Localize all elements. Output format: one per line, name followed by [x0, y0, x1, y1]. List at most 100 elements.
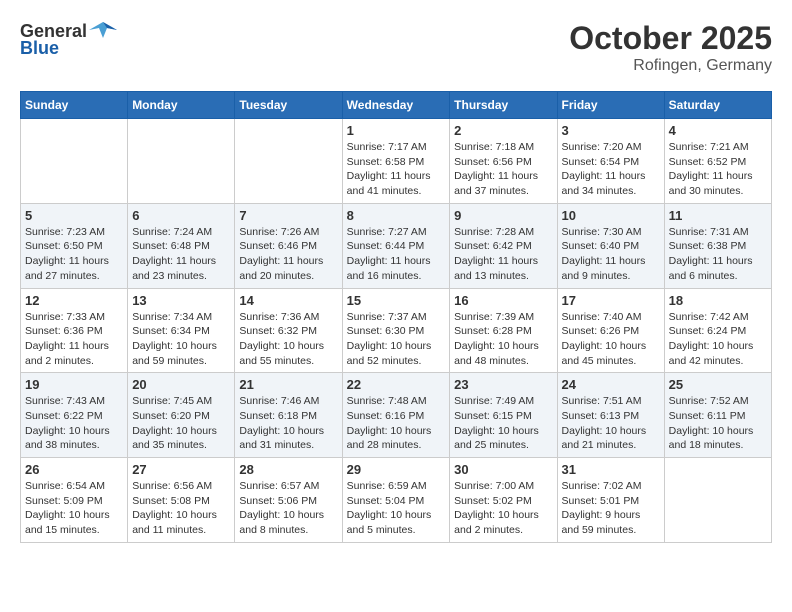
location: Rofingen, Germany	[569, 57, 772, 75]
day-number: 3	[562, 123, 660, 138]
day-info: Sunrise: 7:36 AM Sunset: 6:32 PM Dayligh…	[239, 310, 337, 369]
day-info: Sunrise: 6:54 AM Sunset: 5:09 PM Dayligh…	[25, 479, 123, 538]
day-number: 2	[454, 123, 552, 138]
col-header-friday: Friday	[557, 92, 664, 119]
calendar-header-row: SundayMondayTuesdayWednesdayThursdayFrid…	[21, 92, 772, 119]
calendar-week-row: 12Sunrise: 7:33 AM Sunset: 6:36 PM Dayli…	[21, 288, 772, 373]
calendar-day-empty	[128, 119, 235, 204]
day-number: 16	[454, 293, 552, 308]
day-number: 8	[347, 208, 446, 223]
day-info: Sunrise: 7:18 AM Sunset: 6:56 PM Dayligh…	[454, 140, 552, 199]
calendar-day-5: 5 Sunrise: 7:23 AM Sunset: 6:50 PM Daylig…	[21, 203, 128, 288]
calendar-day-27: 27Sunrise: 6:56 AM Sunset: 5:08 PM Dayli…	[128, 458, 235, 543]
calendar-day-empty	[235, 119, 342, 204]
day-info: Sunrise: 7:40 AM Sunset: 6:26 PM Dayligh…	[562, 310, 660, 369]
day-info: Sunrise: 7:28 AM Sunset: 6:42 PM Dayligh…	[454, 225, 552, 284]
logo-blue-text: Blue	[20, 38, 59, 59]
day-number: 5	[25, 208, 123, 223]
day-info: Sunrise: 7:30 AM Sunset: 6:40 PM Dayligh…	[562, 225, 660, 284]
day-number: 28	[239, 462, 337, 477]
calendar-day-26: 26 Sunrise: 6:54 AM Sunset: 5:09 PM Dayli…	[21, 458, 128, 543]
calendar-day-10: 10Sunrise: 7:30 AM Sunset: 6:40 PM Dayli…	[557, 203, 664, 288]
calendar-day-11: 11 Sunrise: 7:31 AM Sunset: 6:38 PM Dayli…	[664, 203, 771, 288]
calendar-day-12: 12Sunrise: 7:33 AM Sunset: 6:36 PM Dayli…	[21, 288, 128, 373]
day-number: 29	[347, 462, 446, 477]
day-number: 20	[132, 377, 230, 392]
day-number: 18	[669, 293, 767, 308]
calendar-day-23: 23 Sunrise: 7:49 AM Sunset: 6:15 PM Dayli…	[450, 373, 557, 458]
calendar-day-14: 14 Sunrise: 7:36 AM Sunset: 6:32 PM Dayli…	[235, 288, 342, 373]
day-info: Sunrise: 6:59 AM Sunset: 5:04 PM Dayligh…	[347, 479, 446, 538]
day-info: Sunrise: 7:45 AM Sunset: 6:20 PM Dayligh…	[132, 394, 230, 453]
day-info: Sunrise: 7:37 AM Sunset: 6:30 PM Dayligh…	[347, 310, 446, 369]
day-number: 26	[25, 462, 123, 477]
day-info: Sunrise: 7:42 AM Sunset: 6:24 PM Dayligh…	[669, 310, 767, 369]
calendar-day-18: 18 Sunrise: 7:42 AM Sunset: 6:24 PM Dayli…	[664, 288, 771, 373]
calendar-day-16: 16 Sunrise: 7:39 AM Sunset: 6:28 PM Dayli…	[450, 288, 557, 373]
day-info: Sunrise: 7:27 AM Sunset: 6:44 PM Dayligh…	[347, 225, 446, 284]
day-number: 21	[239, 377, 337, 392]
day-info: Sunrise: 7:26 AM Sunset: 6:46 PM Dayligh…	[239, 225, 337, 284]
month-title: October 2025	[569, 20, 772, 57]
calendar-day-25: 25 Sunrise: 7:52 AM Sunset: 6:11 PM Dayli…	[664, 373, 771, 458]
day-number: 31	[562, 462, 660, 477]
calendar-week-row: 1 Sunrise: 7:17 AM Sunset: 6:58 PM Daylig…	[21, 119, 772, 204]
calendar-day-2: 2 Sunrise: 7:18 AM Sunset: 6:56 PM Daylig…	[450, 119, 557, 204]
day-info: Sunrise: 7:24 AM Sunset: 6:48 PM Dayligh…	[132, 225, 230, 284]
day-number: 11	[669, 208, 767, 223]
day-number: 25	[669, 377, 767, 392]
calendar-day-8: 8 Sunrise: 7:27 AM Sunset: 6:44 PM Daylig…	[342, 203, 450, 288]
calendar-table: SundayMondayTuesdayWednesdayThursdayFrid…	[20, 91, 772, 543]
calendar-day-7: 7Sunrise: 7:26 AM Sunset: 6:46 PM Daylig…	[235, 203, 342, 288]
page-header: General Blue October 2025 Rofingen, Germ…	[20, 20, 772, 75]
col-header-tuesday: Tuesday	[235, 92, 342, 119]
day-info: Sunrise: 7:49 AM Sunset: 6:15 PM Dayligh…	[454, 394, 552, 453]
col-header-sunday: Sunday	[21, 92, 128, 119]
calendar-day-15: 15Sunrise: 7:37 AM Sunset: 6:30 PM Dayli…	[342, 288, 450, 373]
col-header-thursday: Thursday	[450, 92, 557, 119]
calendar-day-22: 22Sunrise: 7:48 AM Sunset: 6:16 PM Dayli…	[342, 373, 450, 458]
calendar-day-empty	[21, 119, 128, 204]
logo: General Blue	[20, 20, 117, 59]
day-info: Sunrise: 6:57 AM Sunset: 5:06 PM Dayligh…	[239, 479, 337, 538]
day-number: 13	[132, 293, 230, 308]
day-info: Sunrise: 7:52 AM Sunset: 6:11 PM Dayligh…	[669, 394, 767, 453]
day-info: Sunrise: 7:17 AM Sunset: 6:58 PM Dayligh…	[347, 140, 446, 199]
calendar-week-row: 5 Sunrise: 7:23 AM Sunset: 6:50 PM Daylig…	[21, 203, 772, 288]
calendar-week-row: 26 Sunrise: 6:54 AM Sunset: 5:09 PM Dayli…	[21, 458, 772, 543]
day-info: Sunrise: 7:02 AM Sunset: 5:01 PM Dayligh…	[562, 479, 660, 538]
day-number: 6	[132, 208, 230, 223]
day-info: Sunrise: 7:23 AM Sunset: 6:50 PM Dayligh…	[25, 225, 123, 284]
logo-bird-icon	[89, 20, 117, 42]
calendar-day-30: 30Sunrise: 7:00 AM Sunset: 5:02 PM Dayli…	[450, 458, 557, 543]
day-number: 23	[454, 377, 552, 392]
day-info: Sunrise: 7:39 AM Sunset: 6:28 PM Dayligh…	[454, 310, 552, 369]
day-number: 17	[562, 293, 660, 308]
day-info: Sunrise: 7:46 AM Sunset: 6:18 PM Dayligh…	[239, 394, 337, 453]
calendar-day-9: 9Sunrise: 7:28 AM Sunset: 6:42 PM Daylig…	[450, 203, 557, 288]
day-info: Sunrise: 6:56 AM Sunset: 5:08 PM Dayligh…	[132, 479, 230, 538]
calendar-day-19: 19Sunrise: 7:43 AM Sunset: 6:22 PM Dayli…	[21, 373, 128, 458]
calendar-day-31: 31 Sunrise: 7:02 AM Sunset: 5:01 PM Dayli…	[557, 458, 664, 543]
day-info: Sunrise: 7:48 AM Sunset: 6:16 PM Dayligh…	[347, 394, 446, 453]
title-block: October 2025 Rofingen, Germany	[569, 20, 772, 75]
day-info: Sunrise: 7:20 AM Sunset: 6:54 PM Dayligh…	[562, 140, 660, 199]
calendar-day-24: 24Sunrise: 7:51 AM Sunset: 6:13 PM Dayli…	[557, 373, 664, 458]
calendar-week-row: 19Sunrise: 7:43 AM Sunset: 6:22 PM Dayli…	[21, 373, 772, 458]
calendar-day-6: 6 Sunrise: 7:24 AM Sunset: 6:48 PM Daylig…	[128, 203, 235, 288]
calendar-day-17: 17 Sunrise: 7:40 AM Sunset: 6:26 PM Dayli…	[557, 288, 664, 373]
calendar-day-1: 1 Sunrise: 7:17 AM Sunset: 6:58 PM Daylig…	[342, 119, 450, 204]
calendar-day-28: 28 Sunrise: 6:57 AM Sunset: 5:06 PM Dayli…	[235, 458, 342, 543]
day-info: Sunrise: 7:31 AM Sunset: 6:38 PM Dayligh…	[669, 225, 767, 284]
calendar-day-20: 20 Sunrise: 7:45 AM Sunset: 6:20 PM Dayli…	[128, 373, 235, 458]
day-info: Sunrise: 7:51 AM Sunset: 6:13 PM Dayligh…	[562, 394, 660, 453]
calendar-day-empty	[664, 458, 771, 543]
day-info: Sunrise: 7:34 AM Sunset: 6:34 PM Dayligh…	[132, 310, 230, 369]
calendar-day-4: 4Sunrise: 7:21 AM Sunset: 6:52 PM Daylig…	[664, 119, 771, 204]
calendar-day-29: 29 Sunrise: 6:59 AM Sunset: 5:04 PM Dayli…	[342, 458, 450, 543]
col-header-saturday: Saturday	[664, 92, 771, 119]
col-header-wednesday: Wednesday	[342, 92, 450, 119]
day-number: 14	[239, 293, 337, 308]
day-number: 1	[347, 123, 446, 138]
day-info: Sunrise: 7:00 AM Sunset: 5:02 PM Dayligh…	[454, 479, 552, 538]
